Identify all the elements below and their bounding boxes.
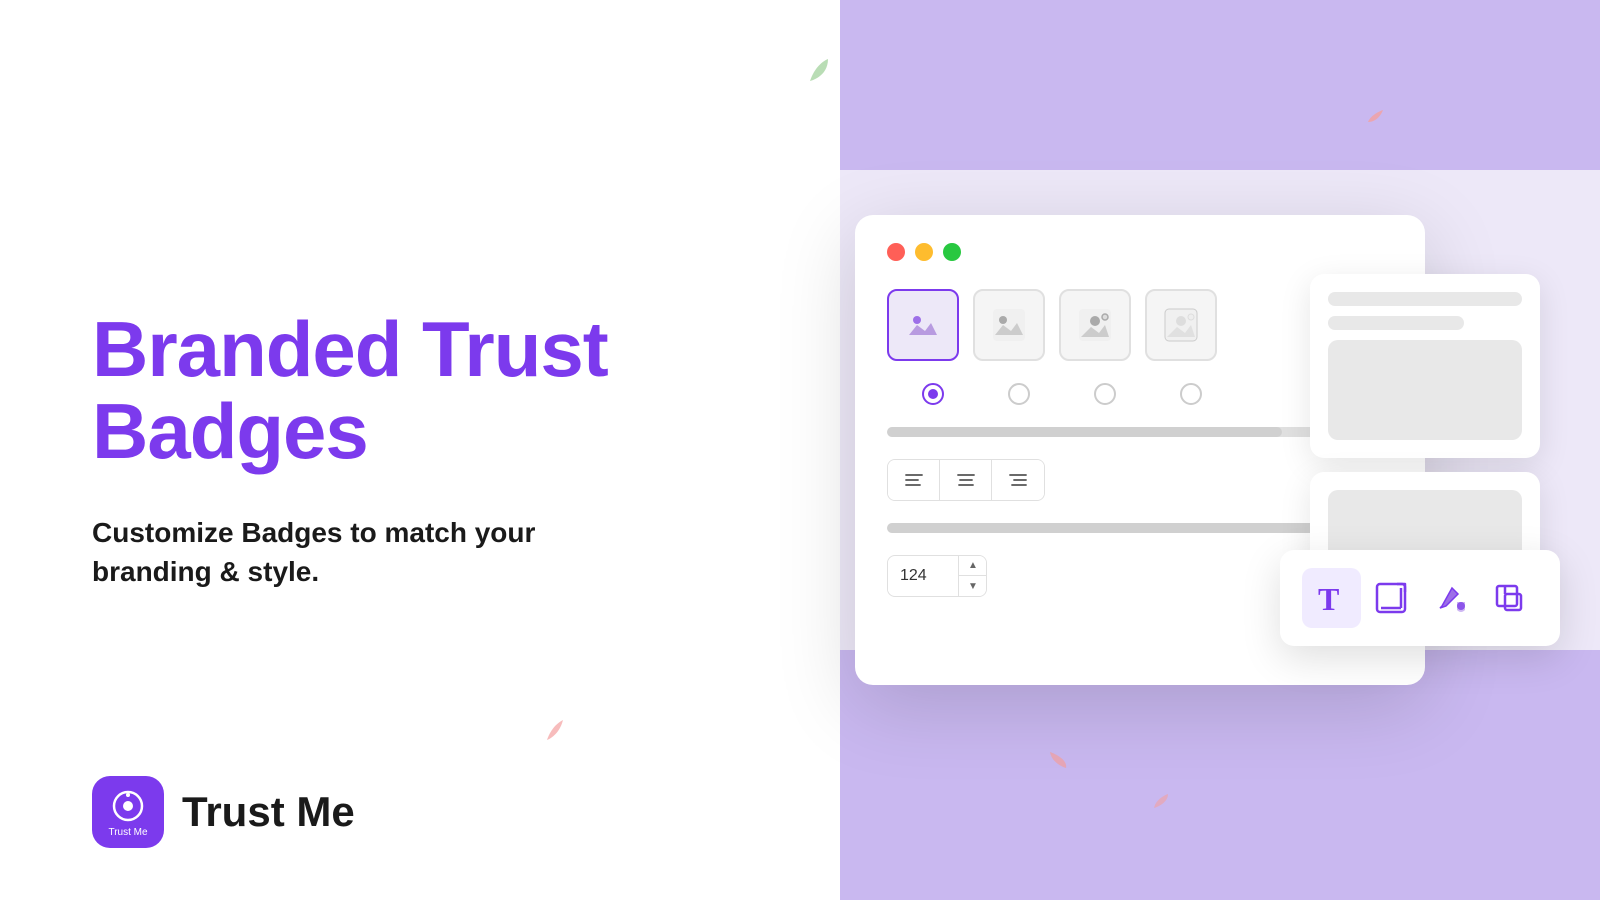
slider-2-fill: [887, 523, 1317, 533]
brand-name: Trust Me: [182, 788, 355, 836]
preview-card-top: [1310, 274, 1540, 458]
app-icon-svg: [109, 787, 147, 825]
image-option-3[interactable]: [1059, 289, 1131, 361]
stepper-up-button[interactable]: ▲: [959, 556, 987, 576]
resize-tool-button[interactable]: [1361, 568, 1420, 628]
left-section: Branded Trust Badges Customize Badges to…: [0, 309, 680, 591]
radio-btn-2[interactable]: [1008, 383, 1030, 405]
tool-icons-card: T: [1280, 550, 1560, 646]
preview-line-1: [1328, 292, 1522, 306]
dot-yellow: [915, 243, 933, 261]
app-icon-label: Trust Me: [108, 827, 147, 838]
branding-area: Trust Me Trust Me: [92, 776, 355, 848]
radio-spacer-1: [897, 383, 969, 405]
slider-1-fill: [887, 427, 1282, 437]
right-panel: T: [1310, 274, 1540, 626]
dot-red: [887, 243, 905, 261]
number-input[interactable]: [888, 559, 958, 593]
subtitle-text: Customize Badges to match your branding …: [92, 513, 572, 591]
align-right-button[interactable]: [992, 460, 1044, 500]
browser-dots: [887, 243, 1393, 261]
crop-tool-button[interactable]: [1479, 568, 1538, 628]
radio-spacer-4: [1155, 383, 1227, 405]
page-title: Branded Trust Badges: [92, 309, 680, 473]
svg-text:T: T: [1318, 581, 1339, 616]
align-buttons-group: [887, 459, 1045, 501]
app-icon: Trust Me: [92, 776, 164, 848]
radio-spacer-2: [983, 383, 1055, 405]
radio-spacer-3: [1069, 383, 1141, 405]
align-center-button[interactable]: [940, 460, 992, 500]
preview-line-2: [1328, 316, 1464, 330]
radio-btn-1[interactable]: [922, 383, 944, 405]
right-section: ▲ ▼ T: [680, 215, 1600, 685]
align-left-button[interactable]: [888, 460, 940, 500]
image-option-4[interactable]: [1145, 289, 1217, 361]
text-tool-button[interactable]: T: [1302, 568, 1361, 628]
stepper-buttons: ▲ ▼: [958, 556, 987, 596]
content-area: Branded Trust Badges Customize Badges to…: [0, 0, 1600, 900]
number-input-wrap: ▲ ▼: [887, 555, 987, 597]
preview-block-top: [1328, 340, 1522, 440]
image-option-2[interactable]: [973, 289, 1045, 361]
stepper-down-button[interactable]: ▼: [959, 576, 987, 596]
radio-btn-4[interactable]: [1180, 383, 1202, 405]
image-option-1[interactable]: [887, 289, 959, 361]
dot-green: [943, 243, 961, 261]
radio-btn-3[interactable]: [1094, 383, 1116, 405]
fill-tool-button[interactable]: [1420, 568, 1479, 628]
